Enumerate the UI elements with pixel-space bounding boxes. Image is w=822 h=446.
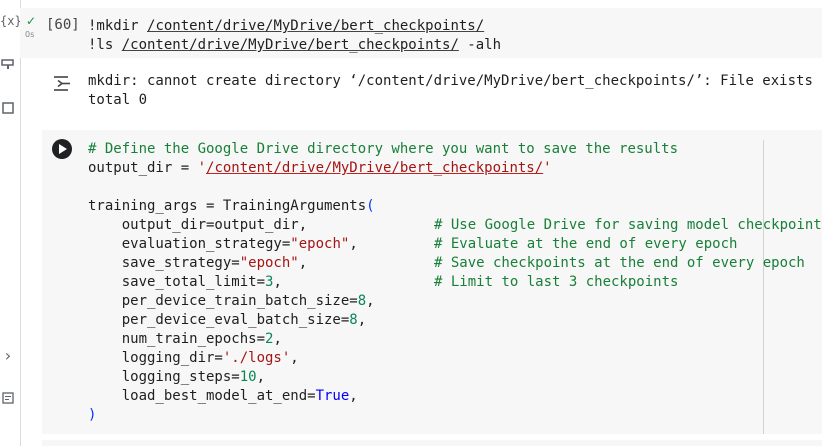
key-icon[interactable] [0, 58, 16, 73]
code-text: , [349, 388, 358, 404]
code-text: per_device_eval_batch_size= [88, 312, 350, 328]
code-number: 8 [357, 293, 367, 309]
code-text: output_dir = [88, 160, 198, 176]
shell-flag: -alh [458, 37, 502, 53]
execution-count: [60] [46, 17, 80, 33]
code-text: , [357, 312, 367, 328]
run-cell-button[interactable] [52, 139, 72, 159]
code-string: "epoch" [290, 236, 350, 252]
variables-icon[interactable]: {x} [0, 14, 22, 28]
code-text: evaluation_strategy= [88, 236, 291, 252]
output-total-line: total 0 [88, 92, 148, 108]
code-string: './logs' [222, 350, 291, 366]
code-text: , [290, 350, 299, 366]
code-number: 10 [239, 369, 257, 385]
run-success-icon: ✓ [26, 14, 37, 28]
code-text: logging_steps= [88, 369, 240, 385]
bracket: ) [88, 407, 97, 423]
output-text: mkdir: cannot create directory ‘/content… [88, 72, 813, 110]
code-text: output_dir=output_dir, [88, 217, 308, 233]
code-comment: # Evaluate at the end of every epoch [434, 236, 738, 252]
code-text: , [273, 331, 282, 347]
code-comment: # Limit to last 3 checkpoints [434, 274, 679, 290]
output-error-line: mkdir: cannot create directory ‘/content… [88, 73, 813, 89]
code-number: 8 [349, 312, 358, 328]
code-comment: # Save checkpoints at the end of every e… [434, 255, 805, 271]
path-link[interactable]: /content/drive/MyDrive/bert_checkpoints/ [147, 18, 484, 34]
string-quote: ' [197, 160, 207, 176]
shell-command: !mkdir [88, 18, 148, 34]
code-comment: # Define the Google Drive directory wher… [88, 141, 679, 157]
left-sidebar-rail: {x} › [0, 0, 22, 446]
path-link[interactable]: /content/drive/MyDrive/bert_checkpoints/ [206, 160, 543, 176]
code-text: save_strategy= [88, 255, 240, 271]
code-text: save_total_limit= [88, 274, 266, 290]
code-text: training_args = TrainingArguments [88, 198, 367, 214]
run-duration: 0s [25, 30, 35, 39]
code-text: , [273, 274, 282, 290]
shell-command: !ls [88, 37, 122, 53]
code-comment: # Use Google Drive for saving model chec… [434, 217, 822, 233]
folder-icon[interactable] [0, 102, 16, 117]
code-text: , [256, 369, 266, 385]
next-cell-edge[interactable] [42, 440, 822, 446]
code-text: load_best_model_at_end= [88, 388, 316, 404]
code-text: logging_dir= [88, 350, 223, 366]
output-actions-icon[interactable] [52, 74, 74, 94]
code-text: , [298, 255, 308, 271]
cell1-code-line1[interactable]: !mkdir /content/drive/MyDrive/bert_check… [88, 17, 484, 36]
code-text: num_train_epochs= [88, 331, 266, 347]
code-keyword: True [315, 388, 350, 404]
code-string: "epoch" [239, 255, 299, 271]
bracket: ( [366, 198, 375, 214]
expand-sidebar-icon[interactable]: › [0, 346, 16, 365]
cell1-code-line2[interactable]: !ls /content/drive/MyDrive/bert_checkpoi… [88, 36, 501, 55]
code-text: , [366, 293, 375, 309]
terminal-icon[interactable] [0, 392, 16, 407]
path-link[interactable]: /content/drive/MyDrive/bert_checkpoints/ [122, 37, 459, 53]
code-text: per_device_train_batch_size= [88, 293, 358, 309]
string-quote: ' [543, 160, 552, 176]
code-text: , [349, 236, 358, 252]
line-length-guide [763, 140, 764, 434]
